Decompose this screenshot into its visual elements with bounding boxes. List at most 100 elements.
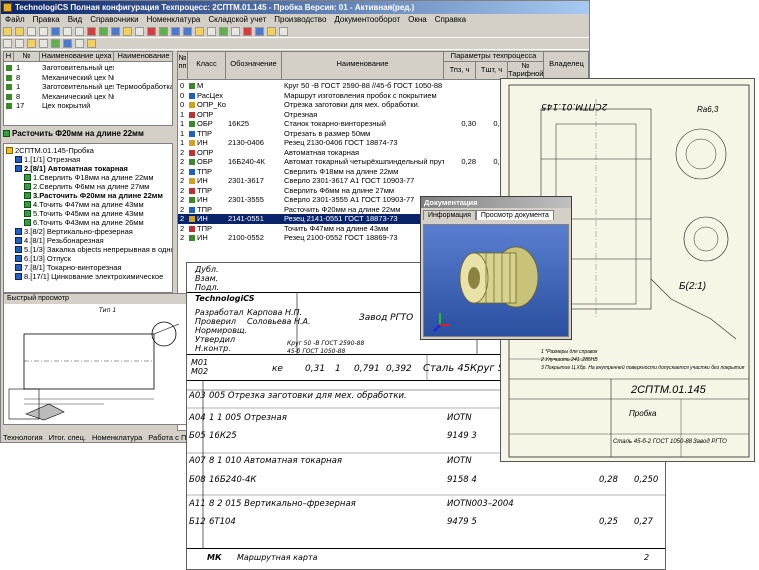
tree-item[interactable]: 5.Точить Ф45мм на длине 43мм xyxy=(24,209,144,218)
op-text: 8 2 015 Вертикально–фрезерная xyxy=(209,499,356,509)
tree-item[interactable]: 2.[8/1] Автоматная токарная xyxy=(15,164,128,173)
menu-item-5[interactable]: Складской учет xyxy=(204,15,270,24)
sort-icon[interactable] xyxy=(39,39,48,48)
tree-item[interactable]: 5.[1/3] Закалка objects непрерывная в од… xyxy=(15,245,172,254)
col-tpz[interactable]: Тпз, ч xyxy=(444,62,476,80)
tree-item[interactable]: 8.[17/1] Цинкование электрохимическое xyxy=(15,272,163,281)
workshop-row[interactable]: 8 Механический цех №1 xyxy=(4,91,172,102)
tab-document-view[interactable]: Просмотр документа xyxy=(475,210,554,220)
grid-cell: 1 xyxy=(180,138,185,147)
export-icon[interactable] xyxy=(255,27,264,36)
grid-cell: 2 xyxy=(180,214,185,223)
filter-icon[interactable] xyxy=(135,27,144,36)
label-checked: Проверил xyxy=(195,317,237,326)
col-h[interactable]: Н xyxy=(4,52,14,62)
down-icon[interactable] xyxy=(183,27,192,36)
open-icon[interactable] xyxy=(15,27,24,36)
tree-item-label: 2.[8/1] Автоматная токарная xyxy=(24,164,128,173)
paste-icon[interactable] xyxy=(75,27,84,36)
stamp-code: 2СПТМ.01.145 xyxy=(631,384,706,396)
save-icon[interactable] xyxy=(27,27,36,36)
menu-item-1[interactable]: Правка xyxy=(29,15,64,24)
print-icon[interactable] xyxy=(39,27,48,36)
grid-icon[interactable] xyxy=(75,39,84,48)
workshop-row[interactable]: 1 Заготовительный цех Термообработка xyxy=(4,82,173,92)
tree-item[interactable]: 1.Сверлить Ф18мм на длине 22мм xyxy=(24,173,153,182)
list-icon[interactable] xyxy=(231,27,240,36)
menu-item-0[interactable]: Файл xyxy=(1,15,29,24)
delete-icon[interactable] xyxy=(87,27,96,36)
menu-item-7[interactable]: Документооборот xyxy=(330,15,404,24)
apply-icon[interactable] xyxy=(51,39,60,48)
tree-item[interactable]: 3.[8/2] Вертикально-фрезерная xyxy=(15,227,133,236)
op-row-code: А03 xyxy=(189,391,206,401)
tree-icon[interactable] xyxy=(219,27,228,36)
col-shop-number[interactable]: № Цеха xyxy=(14,52,40,62)
menu-item-6[interactable]: Производство xyxy=(270,15,330,24)
menu-item-4[interactable]: Номенклатура xyxy=(143,15,205,24)
check-icon[interactable] xyxy=(99,27,108,36)
menu-item-8[interactable]: Окна xyxy=(404,15,431,24)
tree-item-label: 1.Сверлить Ф18мм на длине 22мм xyxy=(33,173,154,182)
stamp-name: Пробка xyxy=(629,409,657,418)
workshop-cell: Механический цех №1 xyxy=(42,91,114,101)
bottom-tab-2[interactable]: Номенклатура xyxy=(92,433,142,442)
workshop-row[interactable]: 17 Цех покрытий xyxy=(4,101,172,111)
stop-icon[interactable] xyxy=(243,27,252,36)
operation-icon xyxy=(15,246,22,253)
add-icon[interactable] xyxy=(159,27,168,36)
doc-icon[interactable] xyxy=(27,39,36,48)
copy-icon[interactable] xyxy=(63,27,72,36)
model-viewport[interactable] xyxy=(423,224,569,337)
tree-item[interactable]: 1.[1/1] Отрезная xyxy=(15,155,80,164)
forward-icon[interactable] xyxy=(15,39,24,48)
tab-information[interactable]: Информация xyxy=(423,210,476,220)
cut-icon[interactable] xyxy=(147,27,156,36)
menu-item-9[interactable]: Справка xyxy=(431,15,470,24)
props-icon[interactable] xyxy=(207,27,216,36)
tree-root[interactable]: 2СПТМ.01.145-Пробка xyxy=(6,146,94,155)
edit-icon[interactable] xyxy=(195,27,204,36)
tree-item[interactable]: 4.Точить Ф47мм на длине 43мм xyxy=(24,200,144,209)
tree-item[interactable]: 4.[8/1] Резьбонарезная xyxy=(15,236,104,245)
col-section-name[interactable]: Наименование уча xyxy=(114,52,172,62)
new-icon[interactable] xyxy=(3,27,12,36)
col-shop-name[interactable]: Наименование цеха xyxy=(40,52,114,62)
title-bar: TechnologiCS Полная конфигурация Техпроц… xyxy=(1,1,589,14)
up-icon[interactable] xyxy=(171,27,180,36)
grid-cell: ТПР xyxy=(197,185,212,195)
workshop-cell: Термообработка xyxy=(116,82,173,91)
col-params[interactable]: Параметры техпроцесса xyxy=(444,52,544,62)
doc-tabs: Информация Просмотр документа xyxy=(421,208,571,220)
tree-item[interactable]: 6.Точить Ф43мм на длине 26мм xyxy=(24,218,144,227)
report-icon[interactable] xyxy=(267,27,276,36)
workshop-row[interactable]: 1 Заготовительный цех xyxy=(4,63,172,73)
star-icon[interactable] xyxy=(87,39,96,48)
col-pp[interactable]: № пп xyxy=(178,52,188,80)
tree-item-label: 4.Точить Ф47мм на длине 43мм xyxy=(33,200,144,209)
col-name[interactable]: Наименование xyxy=(282,52,444,80)
tree-item[interactable]: 6.[1/3] Отпуск xyxy=(15,254,71,263)
workshop-cell: 1 xyxy=(16,63,21,72)
refresh-icon[interactable] xyxy=(111,27,120,36)
grid-cell: 2301-3555 xyxy=(228,195,264,204)
link-icon[interactable] xyxy=(63,39,72,48)
bottom-tab-1[interactable]: Итог. спец. xyxy=(49,433,86,442)
folder-icon[interactable] xyxy=(123,27,132,36)
grid-cell: Станок токарно-винторезный xyxy=(284,119,386,128)
help-icon[interactable] xyxy=(279,27,288,36)
col-class[interactable]: Класс xyxy=(188,52,226,80)
tree-item[interactable]: 7.[8/1] Токарно-винторезная xyxy=(15,263,122,272)
workshop-row[interactable]: 8 Механический цех №1 xyxy=(4,73,172,83)
tree-item[interactable]: 3.Расточить Ф20мм на длине 22мм xyxy=(24,191,163,200)
menu-item-3[interactable]: Справочники xyxy=(86,15,142,24)
menu-item-2[interactable]: Вид xyxy=(64,15,86,24)
tree-item[interactable]: 2.Сверлить Ф6мм на длине 27мм xyxy=(24,182,149,191)
search-icon[interactable] xyxy=(51,27,60,36)
back-icon[interactable] xyxy=(3,39,12,48)
col-owner[interactable]: Владелец xyxy=(544,52,588,80)
col-designation[interactable]: Обозначение xyxy=(226,52,282,80)
bottom-tab-0[interactable]: Технология xyxy=(3,433,43,442)
quick-view-sketch: Тип 1 xyxy=(8,307,180,421)
grid-cell: 1 xyxy=(180,109,185,119)
